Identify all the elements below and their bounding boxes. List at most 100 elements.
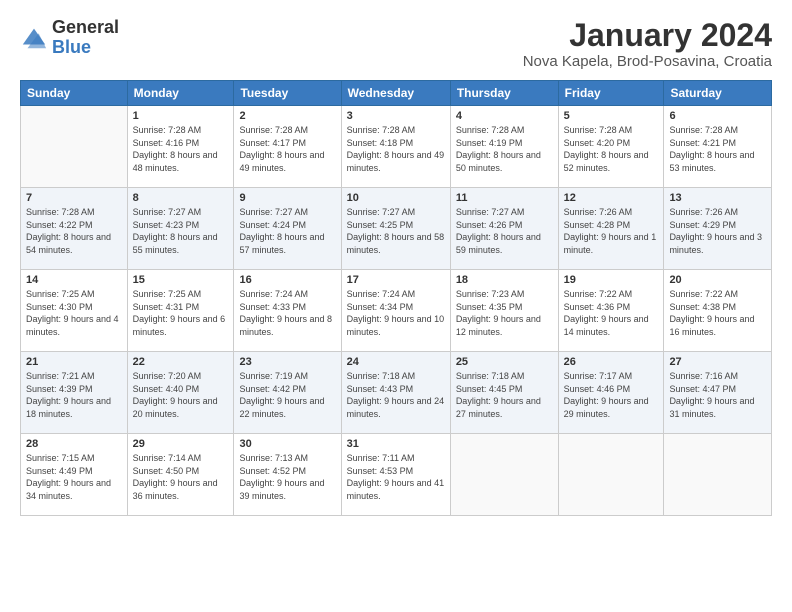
col-sunday: Sunday xyxy=(21,81,128,106)
day-info: Sunrise: 7:19 AMSunset: 4:42 PMDaylight:… xyxy=(239,370,335,420)
day-number: 27 xyxy=(669,356,766,368)
calendar-week-row: 14 Sunrise: 7:25 AMSunset: 4:30 PMDayligh… xyxy=(21,270,772,352)
logo-text: General Blue xyxy=(52,18,119,58)
day-info: Sunrise: 7:26 AMSunset: 4:28 PMDaylight:… xyxy=(564,206,659,256)
table-row: 22 Sunrise: 7:20 AMSunset: 4:40 PMDayligh… xyxy=(127,352,234,434)
day-number: 21 xyxy=(26,356,122,368)
day-number: 6 xyxy=(669,110,766,122)
header: General Blue January 2024 Nova Kapela, B… xyxy=(20,18,772,70)
table-row: 23 Sunrise: 7:19 AMSunset: 4:42 PMDayligh… xyxy=(234,352,341,434)
col-wednesday: Wednesday xyxy=(341,81,450,106)
day-info: Sunrise: 7:28 AMSunset: 4:16 PMDaylight:… xyxy=(133,124,229,174)
logo-icon xyxy=(20,24,48,52)
day-number: 5 xyxy=(564,110,659,122)
day-info: Sunrise: 7:27 AMSunset: 4:23 PMDaylight:… xyxy=(133,206,229,256)
calendar-title: January 2024 xyxy=(523,18,772,53)
day-info: Sunrise: 7:22 AMSunset: 4:38 PMDaylight:… xyxy=(669,288,766,338)
table-row: 16Sunrise: 7:24 AMSunset: 4:33 PMDayligh… xyxy=(234,270,341,352)
day-number: 17 xyxy=(347,274,445,286)
day-info: Sunrise: 7:15 AMSunset: 4:49 PMDaylight:… xyxy=(26,452,122,502)
day-info: Sunrise: 7:28 AMSunset: 4:19 PMDaylight:… xyxy=(456,124,553,174)
page: General Blue January 2024 Nova Kapela, B… xyxy=(0,0,792,612)
day-number: 12 xyxy=(564,192,659,204)
calendar-table: Sunday Monday Tuesday Wednesday Thursday… xyxy=(20,80,772,516)
day-info: Sunrise: 7:16 AMSunset: 4:47 PMDaylight:… xyxy=(669,370,766,420)
table-row: 13 Sunrise: 7:26 AMSunset: 4:29 PMDayligh… xyxy=(664,188,772,270)
day-number: 30 xyxy=(239,438,335,450)
day-info: Sunrise: 7:21 AMSunset: 4:39 PMDaylight:… xyxy=(26,370,122,420)
day-info: Sunrise: 7:23 AMSunset: 4:35 PMDaylight:… xyxy=(456,288,553,338)
table-row: 8Sunrise: 7:27 AMSunset: 4:23 PMDaylight… xyxy=(127,188,234,270)
col-tuesday: Tuesday xyxy=(234,81,341,106)
col-saturday: Saturday xyxy=(664,81,772,106)
table-row: 28 Sunrise: 7:15 AMSunset: 4:49 PMDayligh… xyxy=(21,434,128,516)
calendar-week-row: 21 Sunrise: 7:21 AMSunset: 4:39 PMDayligh… xyxy=(21,352,772,434)
day-info: Sunrise: 7:28 AMSunset: 4:17 PMDaylight:… xyxy=(239,124,335,174)
table-row: 9 Sunrise: 7:27 AMSunset: 4:24 PMDaylight… xyxy=(234,188,341,270)
table-row: 14 Sunrise: 7:25 AMSunset: 4:30 PMDayligh… xyxy=(21,270,128,352)
table-row: 15 Sunrise: 7:25 AMSunset: 4:31 PMDayligh… xyxy=(127,270,234,352)
day-number: 23 xyxy=(239,356,335,368)
logo-blue: Blue xyxy=(52,38,119,58)
table-row: 6 Sunrise: 7:28 AMSunset: 4:21 PMDaylight… xyxy=(664,106,772,188)
col-thursday: Thursday xyxy=(450,81,558,106)
table-row: 18 Sunrise: 7:23 AMSunset: 4:35 PMDayligh… xyxy=(450,270,558,352)
logo: General Blue xyxy=(20,18,119,58)
table-row: 20 Sunrise: 7:22 AMSunset: 4:38 PMDayligh… xyxy=(664,270,772,352)
day-number: 10 xyxy=(347,192,445,204)
table-row: 12 Sunrise: 7:26 AMSunset: 4:28 PMDayligh… xyxy=(558,188,664,270)
day-info: Sunrise: 7:11 AMSunset: 4:53 PMDaylight:… xyxy=(347,452,445,502)
table-row: 3Sunrise: 7:28 AMSunset: 4:18 PMDaylight… xyxy=(341,106,450,188)
table-row xyxy=(21,106,128,188)
day-number: 25 xyxy=(456,356,553,368)
day-info: Sunrise: 7:28 AMSunset: 4:21 PMDaylight:… xyxy=(669,124,766,174)
day-number: 13 xyxy=(669,192,766,204)
day-number: 19 xyxy=(564,274,659,286)
day-number: 9 xyxy=(239,192,335,204)
table-row: 27 Sunrise: 7:16 AMSunset: 4:47 PMDayligh… xyxy=(664,352,772,434)
table-row: 4 Sunrise: 7:28 AMSunset: 4:19 PMDaylight… xyxy=(450,106,558,188)
table-row: 19 Sunrise: 7:22 AMSunset: 4:36 PMDayligh… xyxy=(558,270,664,352)
day-info: Sunrise: 7:28 AMSunset: 4:18 PMDaylight:… xyxy=(347,124,445,174)
table-row xyxy=(664,434,772,516)
day-info: Sunrise: 7:27 AMSunset: 4:26 PMDaylight:… xyxy=(456,206,553,256)
day-number: 29 xyxy=(133,438,229,450)
day-number: 20 xyxy=(669,274,766,286)
table-row: 5 Sunrise: 7:28 AMSunset: 4:20 PMDaylight… xyxy=(558,106,664,188)
day-info: Sunrise: 7:28 AMSunset: 4:20 PMDaylight:… xyxy=(564,124,659,174)
day-info: Sunrise: 7:25 AMSunset: 4:30 PMDaylight:… xyxy=(26,288,122,338)
table-row: 26Sunrise: 7:17 AMSunset: 4:46 PMDayligh… xyxy=(558,352,664,434)
calendar-header-row: Sunday Monday Tuesday Wednesday Thursday… xyxy=(21,81,772,106)
day-info: Sunrise: 7:25 AMSunset: 4:31 PMDaylight:… xyxy=(133,288,229,338)
day-info: Sunrise: 7:26 AMSunset: 4:29 PMDaylight:… xyxy=(669,206,766,256)
day-info: Sunrise: 7:20 AMSunset: 4:40 PMDaylight:… xyxy=(133,370,229,420)
table-row: 11Sunrise: 7:27 AMSunset: 4:26 PMDayligh… xyxy=(450,188,558,270)
table-row: 29Sunrise: 7:14 AMSunset: 4:50 PMDayligh… xyxy=(127,434,234,516)
day-info: Sunrise: 7:27 AMSunset: 4:25 PMDaylight:… xyxy=(347,206,445,256)
table-row: 31 Sunrise: 7:11 AMSunset: 4:53 PMDayligh… xyxy=(341,434,450,516)
day-info: Sunrise: 7:24 AMSunset: 4:34 PMDaylight:… xyxy=(347,288,445,338)
table-row: 2Sunrise: 7:28 AMSunset: 4:17 PMDaylight… xyxy=(234,106,341,188)
table-row: 24 Sunrise: 7:18 AMSunset: 4:43 PMDayligh… xyxy=(341,352,450,434)
calendar-week-row: 7Sunrise: 7:28 AMSunset: 4:22 PMDaylight… xyxy=(21,188,772,270)
calendar-week-row: 28 Sunrise: 7:15 AMSunset: 4:49 PMDayligh… xyxy=(21,434,772,516)
day-info: Sunrise: 7:22 AMSunset: 4:36 PMDaylight:… xyxy=(564,288,659,338)
table-row: 10 Sunrise: 7:27 AMSunset: 4:25 PMDayligh… xyxy=(341,188,450,270)
day-number: 15 xyxy=(133,274,229,286)
day-info: Sunrise: 7:27 AMSunset: 4:24 PMDaylight:… xyxy=(239,206,335,256)
day-number: 24 xyxy=(347,356,445,368)
day-number: 16 xyxy=(239,274,335,286)
table-row: 30Sunrise: 7:13 AMSunset: 4:52 PMDayligh… xyxy=(234,434,341,516)
day-number: 4 xyxy=(456,110,553,122)
day-number: 18 xyxy=(456,274,553,286)
day-number: 14 xyxy=(26,274,122,286)
day-number: 28 xyxy=(26,438,122,450)
day-number: 22 xyxy=(133,356,229,368)
day-number: 31 xyxy=(347,438,445,450)
day-number: 7 xyxy=(26,192,122,204)
day-number: 1 xyxy=(133,110,229,122)
logo-general: General xyxy=(52,18,119,38)
table-row: 7Sunrise: 7:28 AMSunset: 4:22 PMDaylight… xyxy=(21,188,128,270)
day-info: Sunrise: 7:18 AMSunset: 4:43 PMDaylight:… xyxy=(347,370,445,420)
table-row: 21 Sunrise: 7:21 AMSunset: 4:39 PMDayligh… xyxy=(21,352,128,434)
